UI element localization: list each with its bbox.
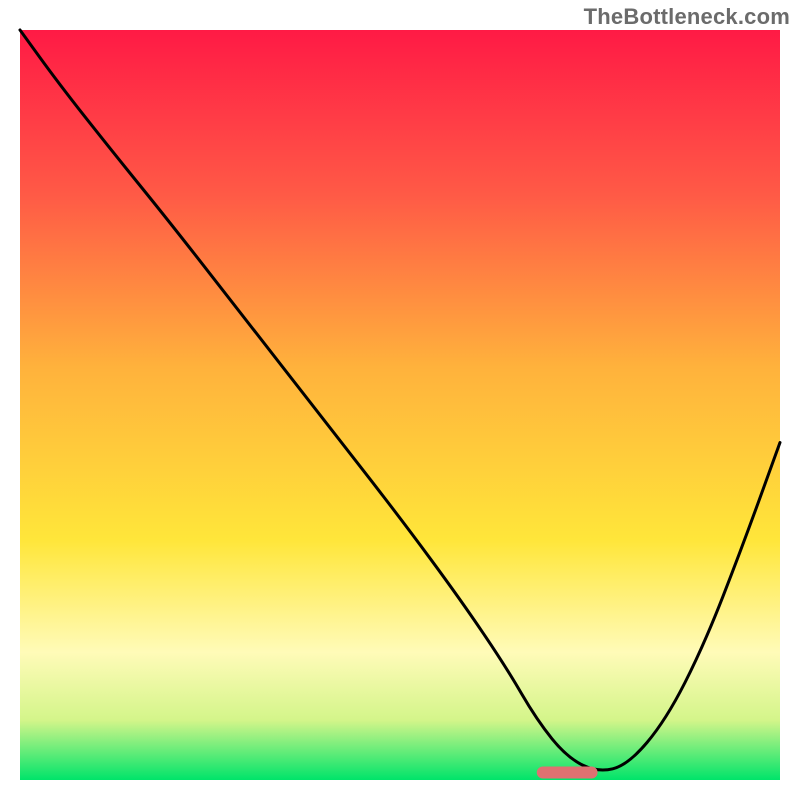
chart-stage: TheBottleneck.com bbox=[0, 0, 800, 800]
bottleneck-plot bbox=[0, 0, 800, 800]
optimum-marker bbox=[537, 767, 598, 779]
plot-area bbox=[20, 30, 780, 780]
